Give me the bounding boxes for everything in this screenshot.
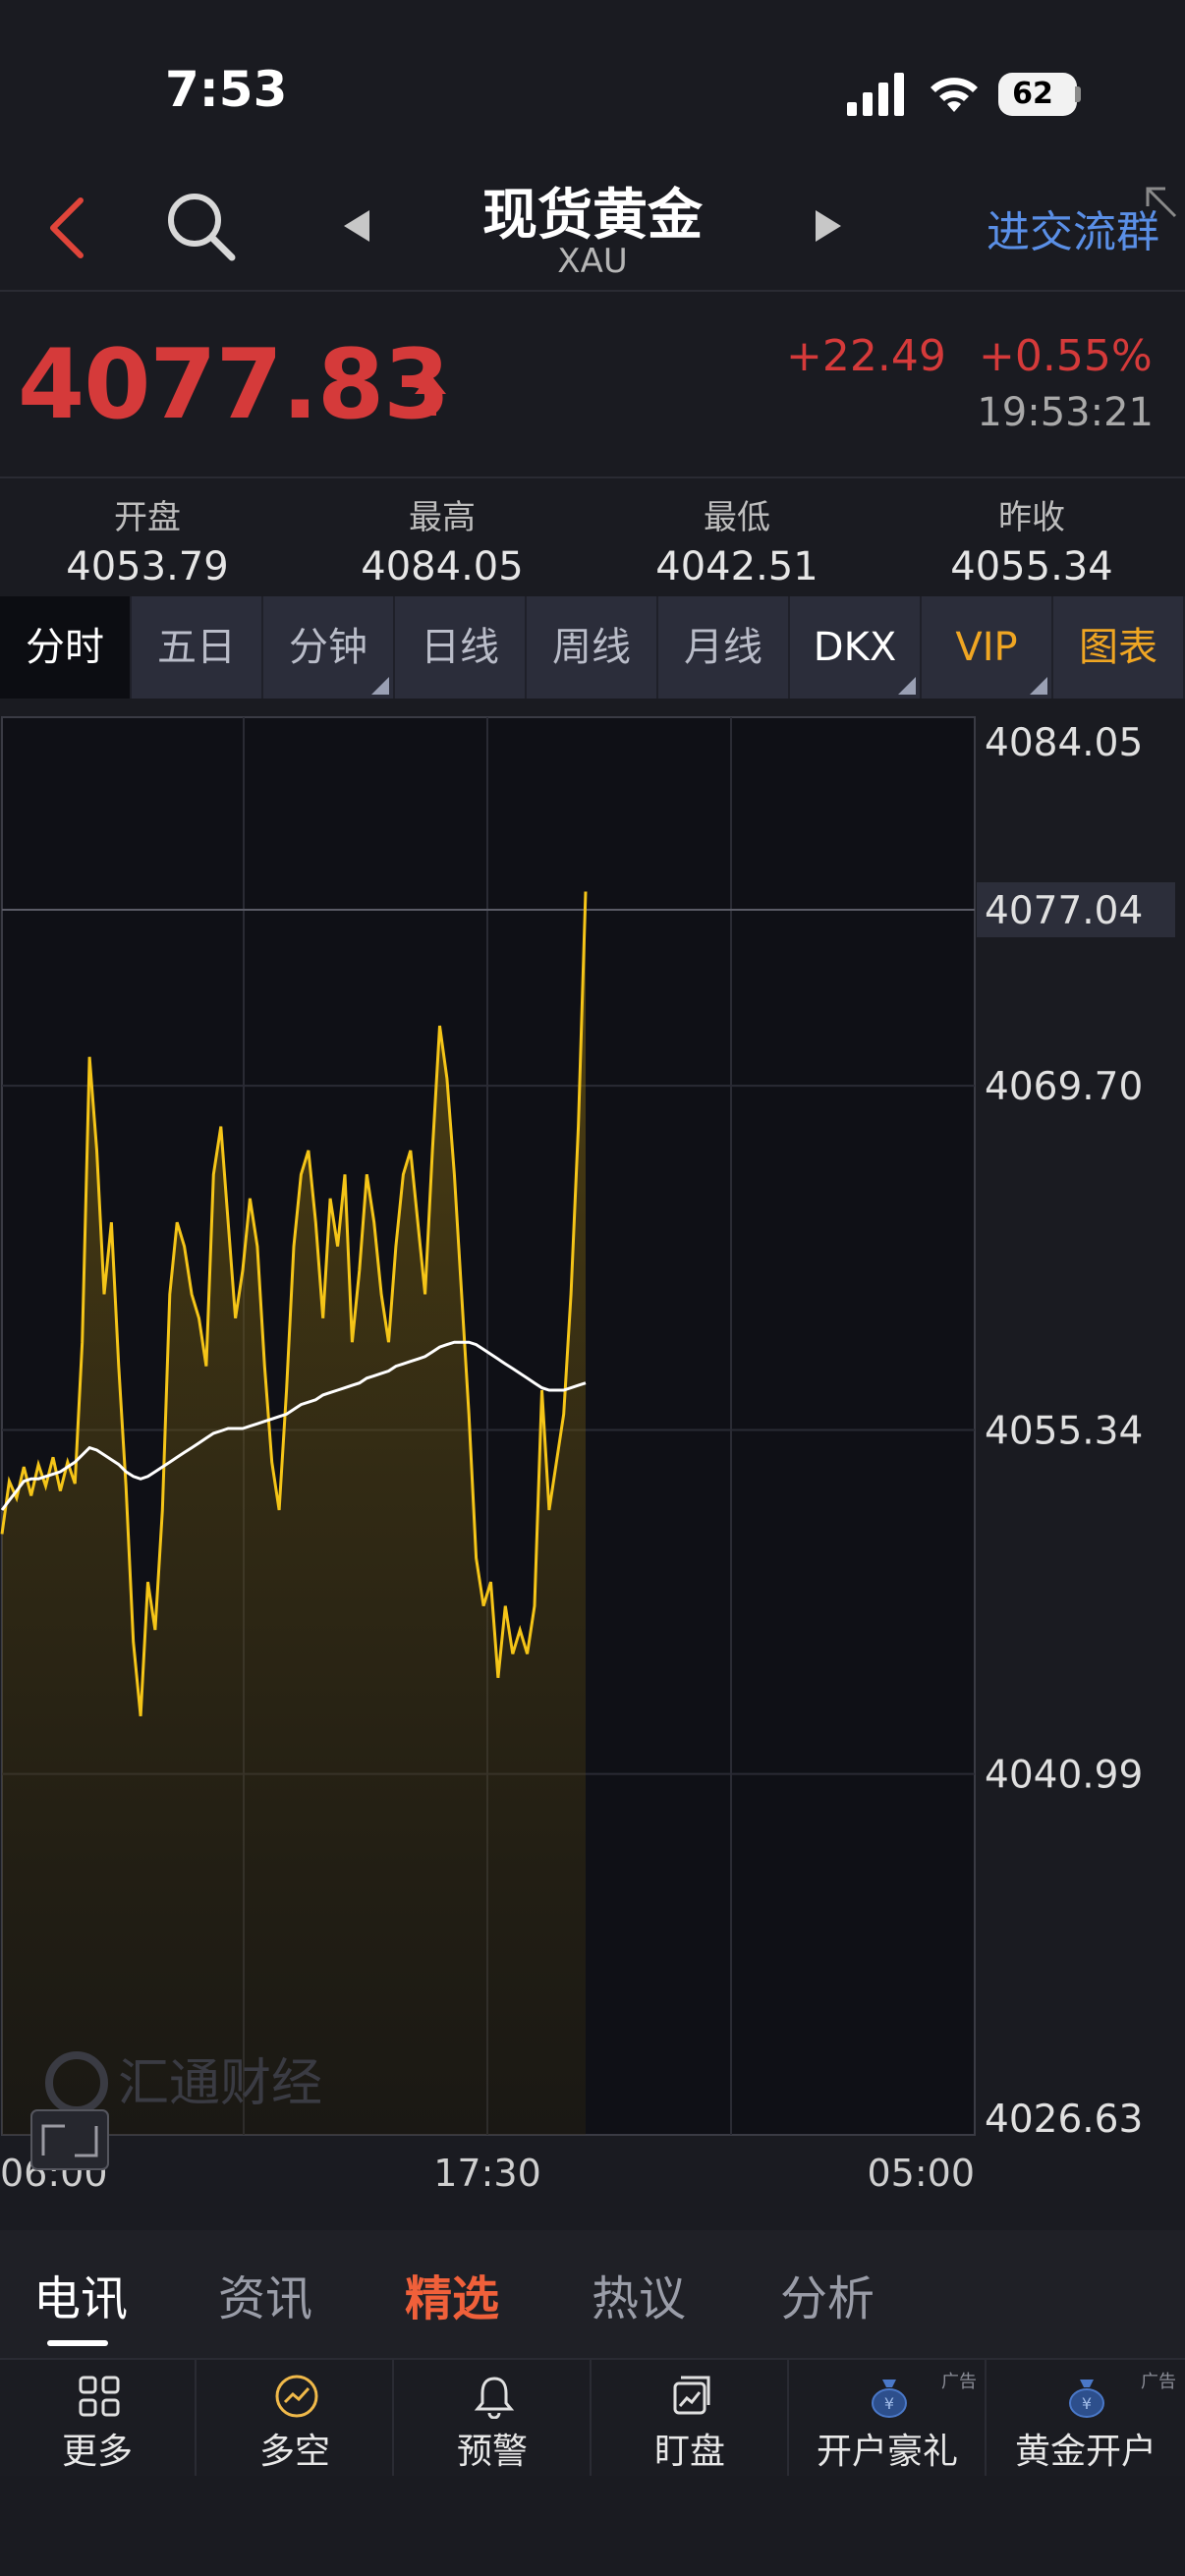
- stat-label: 昨收: [998, 498, 1065, 537]
- svg-text:¥: ¥: [1082, 2394, 1092, 2413]
- battery-icon: 62: [998, 73, 1077, 116]
- trend-circle-icon: [275, 2375, 318, 2418]
- price-change-percent: +0.55%: [979, 331, 1153, 381]
- stat-value: 4055.34: [950, 544, 1113, 589]
- ad-badge: 广告: [1141, 2372, 1176, 2392]
- money-bag-icon: ¥: [872, 2380, 907, 2418]
- status-time: 7:53: [165, 61, 288, 118]
- chart-canvas[interactable]: 4084.05 4077.04 4069.70 4055.34 4040.99 4026.…: [0, 715, 1185, 2228]
- join-group-link[interactable]: 进交流群: [943, 196, 1159, 259]
- y-tick-label: 4069.70: [985, 1065, 1143, 1109]
- current-price: 4077.83: [18, 329, 450, 441]
- price-quote: 4077.83 +22.49 +0.55% 19:53:21: [0, 292, 1185, 475]
- toolbar-more-button[interactable]: 更多: [0, 2360, 197, 2476]
- battery-level: 62: [1012, 77, 1053, 111]
- grid-icon: [79, 2376, 120, 2417]
- toolbar-label: 更多: [61, 2432, 133, 2472]
- tab-dkx-label: DKX: [813, 625, 897, 670]
- stat-value: 4053.79: [66, 544, 229, 589]
- toolbar-gold-account-button[interactable]: 广告 ¥ 黄金开户: [988, 2360, 1184, 2476]
- content-tabs: 电讯 资讯 精选 热议 分析: [0, 2230, 1185, 2358]
- tab-weekly[interactable]: 周线: [527, 596, 658, 699]
- y-tick-label: 4084.05: [985, 721, 1143, 765]
- watermark-text: 汇通财经: [118, 2054, 322, 2113]
- x-axis-labels: 06:00 17:30 05:00: [0, 2152, 975, 2195]
- instrument-symbol: XAU: [557, 242, 628, 281]
- tab-minute[interactable]: 分钟: [263, 596, 395, 699]
- search-icon[interactable]: [163, 189, 238, 263]
- dropdown-corner-icon: [898, 677, 916, 695]
- price-up-arrow-icon: [415, 374, 446, 416]
- toolbar-label: 多空: [258, 2432, 330, 2472]
- y-tick-label: 4055.34: [985, 1410, 1143, 1454]
- tab-minute-label: 分钟: [289, 625, 367, 670]
- stat-open: 开盘 4053.79: [0, 478, 295, 589]
- watch-chart-icon: [673, 2376, 710, 2415]
- active-tab-indicator: [47, 2340, 108, 2346]
- y-tick-label: 4077.04: [985, 889, 1143, 933]
- dropdown-corner-icon: [1030, 677, 1047, 695]
- x-tick-label: 05:00: [867, 2152, 975, 2195]
- toolbar-account-gift-button[interactable]: 广告 ¥ 开户豪礼: [790, 2360, 987, 2476]
- stat-high: 最高 4084.05: [295, 478, 590, 589]
- toolbar-label: 开户豪礼: [816, 2432, 958, 2472]
- status-bar: 7:53 62: [0, 0, 1185, 167]
- toolbar-label: 预警: [456, 2432, 528, 2472]
- toolbar-label: 黄金开户: [1014, 2432, 1157, 2472]
- stat-label: 开盘: [114, 498, 181, 537]
- collapse-corner-icon[interactable]: [1140, 181, 1183, 224]
- stat-value: 4084.05: [361, 544, 524, 589]
- tab-featured[interactable]: 精选: [405, 2260, 499, 2328]
- x-tick-label: 17:30: [433, 2152, 541, 2195]
- tab-dkx[interactable]: DKX: [790, 596, 922, 699]
- tab-monthly[interactable]: 月线: [658, 596, 790, 699]
- stat-value: 4042.51: [655, 544, 818, 589]
- tab-vip-label: VIP: [955, 625, 1018, 670]
- money-bag-icon: ¥: [1069, 2380, 1104, 2418]
- intraday-chart[interactable]: 4084.05 4077.04 4069.70 4055.34 4040.99 4026.…: [0, 715, 1185, 2228]
- back-arrow-icon[interactable]: [47, 196, 86, 259]
- y-tick-label: 4026.63: [985, 2098, 1143, 2142]
- next-instrument-icon[interactable]: [814, 208, 843, 244]
- fullscreen-toggle-icon[interactable]: [30, 2109, 109, 2170]
- tab-hot-discussion[interactable]: 热议: [592, 2260, 686, 2328]
- cellular-signal-icon: [847, 73, 904, 116]
- tab-vip[interactable]: VIP: [922, 596, 1053, 699]
- tab-telegraph[interactable]: 电讯: [33, 2260, 128, 2328]
- price-change: +22.49: [786, 331, 946, 381]
- tab-intraday[interactable]: 分时: [0, 596, 132, 699]
- tab-analysis[interactable]: 分析: [780, 2260, 875, 2328]
- stat-label: 最低: [704, 498, 770, 537]
- previous-instrument-icon[interactable]: [342, 208, 371, 244]
- period-tabs: 分时 五日 分钟 日线 周线 月线 DKX VIP 图表: [0, 596, 1185, 699]
- svg-text:¥: ¥: [884, 2394, 894, 2413]
- quote-timestamp: 19:53:21: [977, 390, 1154, 435]
- price-stats: 开盘 4053.79 最高 4084.05 最低 4042.51 昨收 4055…: [0, 476, 1185, 596]
- home-indicator-area: [0, 2476, 1185, 2576]
- wifi-icon: [931, 78, 978, 112]
- bottom-toolbar: 更多 多空 预警 盯盘 广告 ¥ 开户豪礼 广告 ¥ 黄金开户: [0, 2358, 1185, 2478]
- dropdown-corner-icon: [371, 677, 389, 695]
- tab-daily[interactable]: 日线: [395, 596, 527, 699]
- y-axis-labels: 4084.05 4077.04 4069.70 4055.34 4040.99 4026.…: [977, 721, 1175, 2142]
- toolbar-alert-button[interactable]: 预警: [395, 2360, 592, 2476]
- stat-low: 最低 4042.51: [590, 478, 884, 589]
- toolbar-label: 盯盘: [653, 2432, 725, 2472]
- tab-chart[interactable]: 图表: [1053, 596, 1185, 699]
- tab-news[interactable]: 资讯: [218, 2260, 312, 2328]
- instrument-title: 现货黄金: [482, 184, 703, 248]
- stat-prev-close: 昨收 4055.34: [884, 478, 1179, 589]
- toolbar-watch-button[interactable]: 盯盘: [592, 2360, 789, 2476]
- stat-label: 最高: [409, 498, 476, 537]
- battery-cap: [1075, 86, 1081, 102]
- y-tick-label: 4040.99: [985, 1754, 1143, 1798]
- nav-bar: 现货黄金 XAU 进交流群: [0, 167, 1185, 292]
- toolbar-long-short-button[interactable]: 多空: [198, 2360, 394, 2476]
- ad-badge: 广告: [941, 2372, 977, 2392]
- tab-five-day[interactable]: 五日: [132, 596, 263, 699]
- bell-icon: [474, 2377, 515, 2419]
